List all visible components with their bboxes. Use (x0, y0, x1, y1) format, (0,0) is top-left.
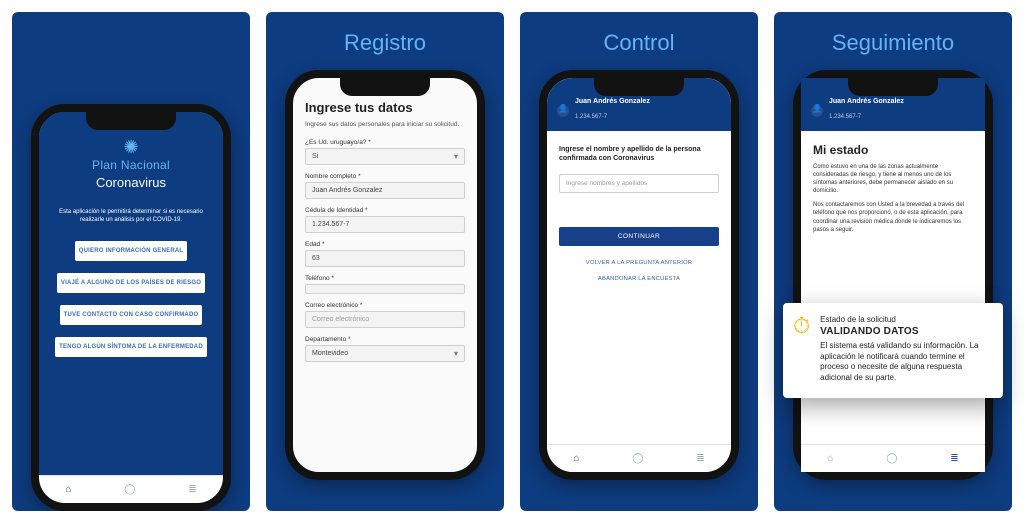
splash-button-info[interactable]: QUIERO INFORMACIÓN GENERAL (75, 241, 188, 261)
label-correo: Correo electrónico * (305, 302, 465, 309)
panel-seguimiento: Seguimiento Juan Andrés Gonzalez 1.234.5… (774, 12, 1012, 511)
field-edad: Edad * 63 (305, 241, 465, 267)
field-nombre: Nombre completo * Juan Andrés Gonzalez (305, 173, 465, 199)
phone-3: Juan Andrés Gonzalez 1.234.567-7 Ingrese… (539, 70, 739, 480)
status-card: ⏱ Estado de la solicitud VALIDANDO DATOS… (783, 303, 1003, 398)
screen-control: Juan Andrés Gonzalez 1.234.567-7 Ingrese… (547, 78, 731, 472)
input-cedula[interactable]: 1.234.567-7 (305, 216, 465, 233)
tab-bar: ⌂ ◯ ≣ (39, 475, 223, 503)
input-correo[interactable]: Correo electrónico (305, 311, 465, 328)
tab-home[interactable]: ⌂ (65, 484, 71, 495)
control-prompt: Ingrese el nombre y apellido de la perso… (559, 145, 719, 164)
phone-4: Juan Andrés Gonzalez 1.234.567-7 Mi esta… (793, 70, 993, 480)
splash-button-travel[interactable]: VIAJÉ A ALGUNO DE LOS PAÍSES DE RIESGO (57, 273, 205, 293)
label-cedula: Cédula de Identidad * (305, 207, 465, 214)
user-name: Juan Andrés Gonzalez (829, 98, 904, 105)
screen-form: Ingrese tus datos Ingrese sus datos pers… (293, 78, 477, 472)
timer-icon: ⏱ (793, 315, 810, 384)
avatar-icon (557, 105, 569, 117)
tab-middle[interactable]: ◯ (632, 453, 643, 464)
label-edad: Edad * (305, 241, 465, 248)
panel-control: Control Juan Andrés Gonzalez 1.234.567-7… (520, 12, 758, 511)
tab-right[interactable]: ≣ (696, 453, 704, 464)
label-nombre: Nombre completo * (305, 173, 465, 180)
abandon-link[interactable]: ABANDONAR LA ENCUESTA (559, 276, 719, 282)
splash-intro: Esta aplicación le permitirá determinar … (55, 208, 207, 225)
contact-name-input[interactable]: Ingrese nombres y apellidos (559, 174, 719, 193)
phone-notch (340, 78, 430, 96)
phone-2: Ingrese tus datos Ingrese sus datos pers… (285, 70, 485, 480)
user-id: 1.234.567-7 (575, 114, 607, 120)
app-logo: ✺ Plan Nacional Coronavirus (92, 138, 170, 192)
card-body: El sistema está validando su información… (820, 341, 989, 384)
tab-right[interactable]: ≣ (950, 453, 958, 464)
select-depto[interactable]: Montevideo (305, 345, 465, 362)
status-para-2: Nos contactaremos con Usted a la breveda… (813, 201, 973, 233)
tab-middle[interactable]: ◯ (886, 453, 897, 464)
avatar-icon (811, 105, 823, 117)
logo-line2: Coronavirus (96, 175, 166, 190)
field-depto: Departamento * Montevideo (305, 336, 465, 362)
input-nombre[interactable]: Juan Andrés Gonzalez (305, 182, 465, 199)
phone-1: ✺ Plan Nacional Coronavirus Esta aplicac… (31, 104, 231, 511)
panel-title-4: Seguimiento (832, 30, 954, 64)
logo-line1: Plan Nacional (92, 158, 170, 172)
label-uruguayo: ¿Es Ud. uruguayo/a? * (305, 139, 465, 146)
user-name: Juan Andrés Gonzalez (575, 98, 650, 105)
splash-button-symptoms[interactable]: TENGO ALGÚN SÍNTOMA DE LA ENFERMEDAD (55, 337, 207, 357)
field-cedula: Cédula de Identidad * 1.234.567-7 (305, 207, 465, 233)
status-heading: Mi estado (813, 143, 973, 157)
label-telefono: Teléfono * (305, 275, 465, 282)
virus-icon: ✺ (92, 138, 170, 156)
panel-registro: Registro Ingrese tus datos Ingrese sus d… (266, 12, 504, 511)
splash-button-contact[interactable]: TUVE CONTACTO CON CASO CONFIRMADO (60, 305, 203, 325)
field-correo: Correo electrónico * Correo electrónico (305, 302, 465, 328)
screen-splash: ✺ Plan Nacional Coronavirus Esta aplicac… (39, 112, 223, 503)
input-telefono[interactable] (305, 284, 465, 294)
tab-right[interactable]: ≣ (188, 484, 196, 495)
input-edad[interactable]: 63 (305, 250, 465, 267)
phone-notch (848, 78, 938, 96)
screen-status: Juan Andrés Gonzalez 1.234.567-7 Mi esta… (801, 78, 985, 472)
tab-home[interactable]: ⌂ (573, 453, 579, 464)
field-telefono: Teléfono * (305, 275, 465, 294)
continue-button[interactable]: CONTINUAR (559, 227, 719, 246)
label-depto: Departamento * (305, 336, 465, 343)
status-para-1: Como estuvo en una de las zonas actualme… (813, 163, 973, 195)
form-heading: Ingrese tus datos (305, 100, 465, 115)
phone-notch (594, 78, 684, 96)
select-uruguayo[interactable]: Si (305, 148, 465, 165)
field-uruguayo: ¿Es Ud. uruguayo/a? * Si (305, 139, 465, 165)
card-kicker: Estado de la solicitud (820, 315, 989, 324)
tab-middle[interactable]: ◯ (124, 484, 135, 495)
back-link[interactable]: VOLVER A LA PREGUNTA ANTERIOR (559, 260, 719, 266)
card-title: VALIDANDO DATOS (820, 326, 989, 337)
form-subheading: Ingrese sus datos personales para inicia… (305, 121, 465, 129)
tab-home[interactable]: ⌂ (827, 453, 833, 464)
panel-title-2: Registro (344, 30, 426, 64)
tab-bar: ⌂ ◯ ≣ (547, 444, 731, 472)
phone-notch (86, 112, 176, 130)
tab-bar: ⌂ ◯ ≣ (801, 444, 985, 472)
panel-splash: ✺ Plan Nacional Coronavirus Esta aplicac… (12, 12, 250, 511)
user-id: 1.234.567-7 (829, 114, 861, 120)
panel-title-3: Control (604, 30, 675, 64)
